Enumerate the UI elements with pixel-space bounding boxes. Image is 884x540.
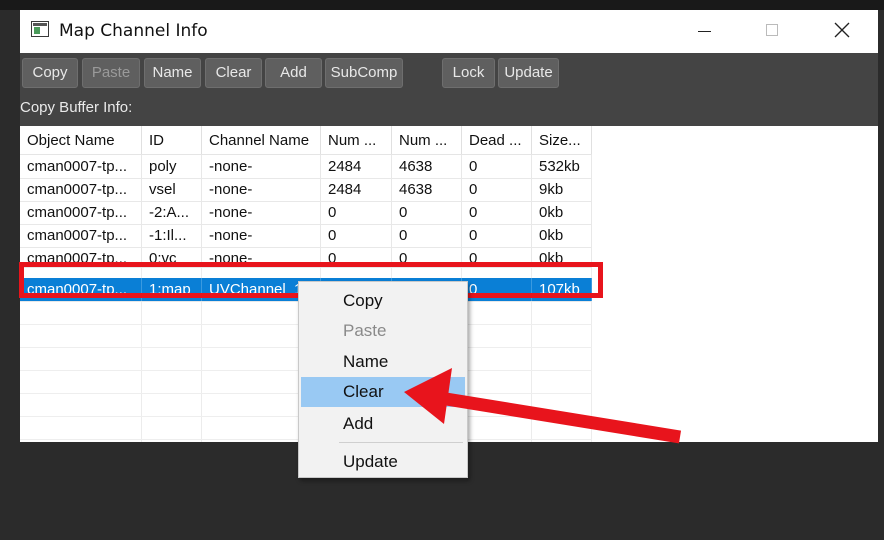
red-arrow-annotation-icon [404, 368, 682, 444]
